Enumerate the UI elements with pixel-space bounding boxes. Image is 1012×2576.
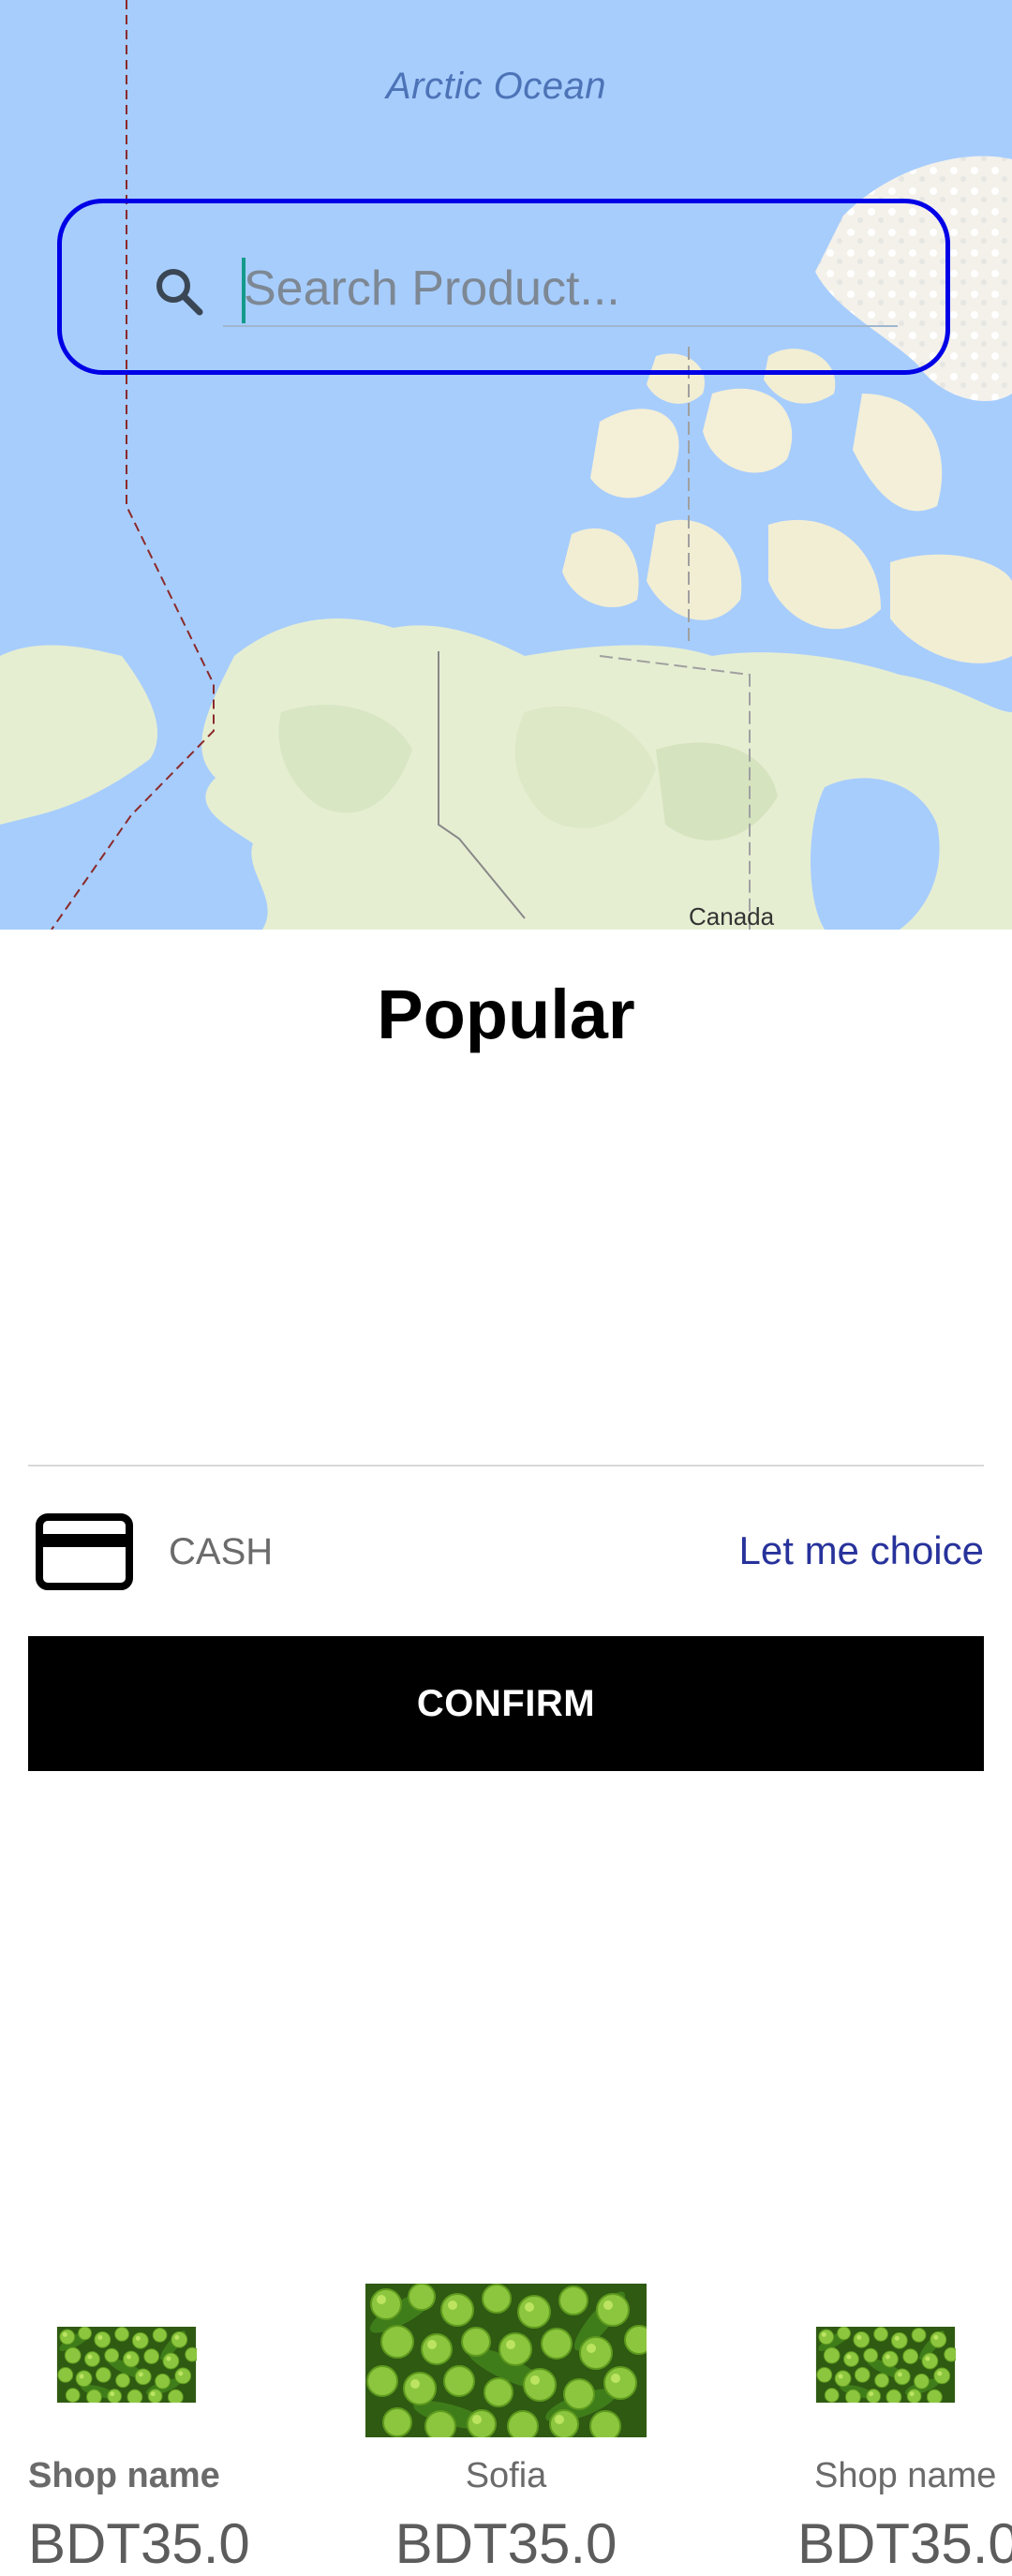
- search-icon[interactable]: [151, 263, 207, 320]
- product-image: [815, 2327, 956, 2403]
- payment-method: CASH: [169, 1531, 274, 1572]
- credit-card-icon[interactable]: [36, 1513, 133, 1590]
- shop-name: Shop name: [814, 2456, 997, 2495]
- search-input[interactable]: [223, 252, 898, 327]
- green-fruit-thumbnail: [56, 2327, 197, 2403]
- confirm-button[interactable]: CONFIRM: [28, 1636, 984, 1771]
- divider: [28, 1465, 984, 1467]
- green-fruit-thumbnail: [815, 2327, 956, 2403]
- product-price: BDT35.0: [797, 2512, 1012, 2575]
- green-fruit-thumbnail: [365, 2284, 647, 2437]
- search-bar[interactable]: [57, 199, 950, 375]
- map-label-country: Canada: [689, 902, 775, 930]
- popular-heading: Popular: [377, 975, 635, 1053]
- map-label-ocean: Arctic Ocean: [386, 66, 606, 107]
- payment-choice-link[interactable]: Let me choice: [739, 1528, 984, 1573]
- product-image: [365, 2284, 647, 2437]
- map-view[interactable]: Arctic Ocean Canada: [0, 0, 1012, 930]
- product-image: [56, 2327, 197, 2403]
- text-caret: [242, 258, 246, 323]
- map-terrain: [0, 0, 1012, 930]
